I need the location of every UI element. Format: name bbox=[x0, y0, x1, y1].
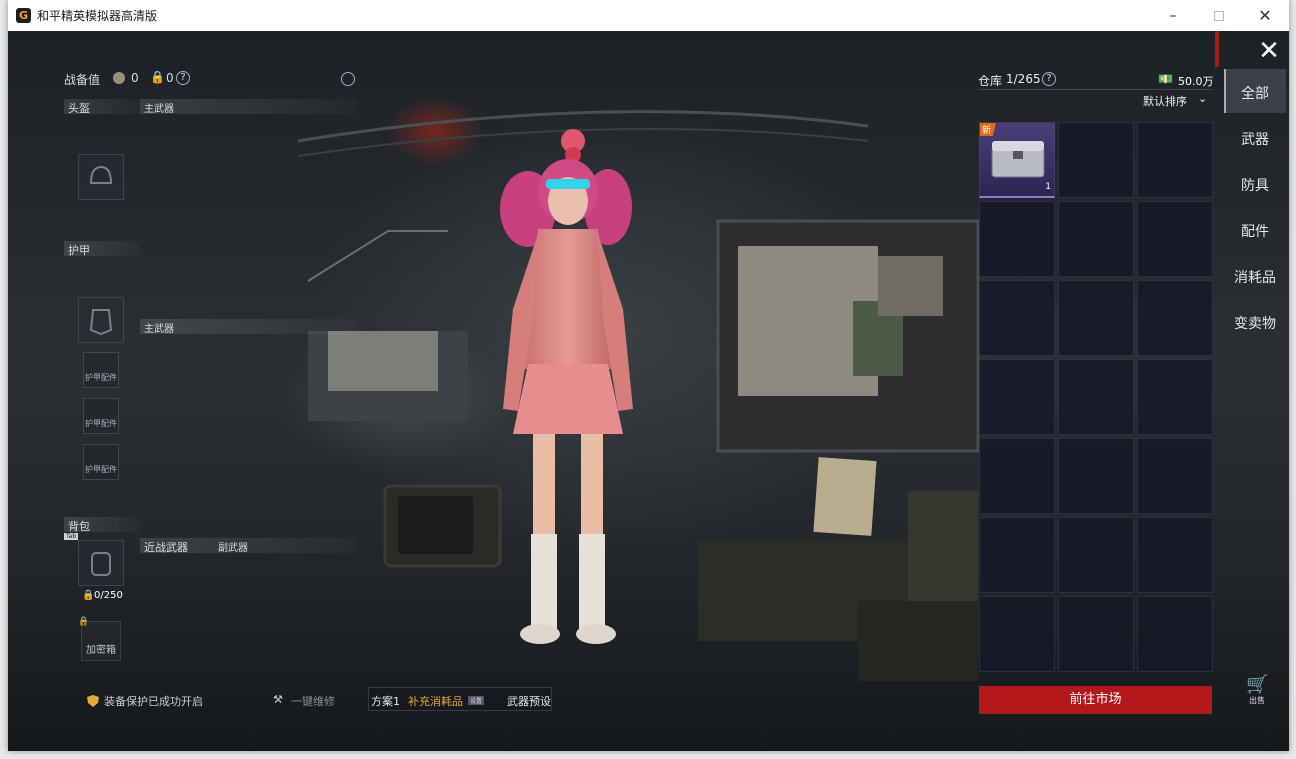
warehouse-empty-slot[interactable] bbox=[1137, 122, 1213, 198]
lock-value: 0 bbox=[166, 71, 174, 85]
combat-readiness-label: 战备值 bbox=[64, 73, 101, 87]
top-accent-bar bbox=[1215, 31, 1219, 67]
warehouse-empty-slot[interactable] bbox=[1058, 438, 1134, 514]
cart-icon[interactable]: 🛒 bbox=[1246, 674, 1268, 695]
weapon-preset-button[interactable]: 武器预设 bbox=[507, 693, 551, 709]
restock-settings-tag[interactable]: 设置 bbox=[468, 696, 485, 705]
repair-icon: ⚒ bbox=[273, 693, 283, 706]
warehouse-empty-slot[interactable] bbox=[979, 596, 1055, 672]
warehouse-empty-slot[interactable] bbox=[1137, 280, 1213, 356]
warehouse-empty-slot[interactable] bbox=[1058, 359, 1134, 435]
backpack-slot[interactable] bbox=[78, 540, 124, 586]
tab-armor[interactable]: 防具 bbox=[1224, 175, 1286, 195]
minimize-icon[interactable]: – bbox=[1150, 0, 1196, 31]
warehouse-empty-slot[interactable] bbox=[979, 517, 1055, 593]
safe-box-slot[interactable]: 加密箱 bbox=[81, 621, 121, 661]
app-window: G 和平精英模拟器高清版 – ✕ 战备值 0 🔒 0 ? 头盔 主武器 护甲 主… bbox=[8, 0, 1289, 751]
warehouse-item-supply-box[interactable]: 新1 bbox=[979, 122, 1055, 198]
melee-weapon-label: 近战武器 bbox=[144, 541, 188, 554]
equipment-protection-status: 装备保护已成功开启 bbox=[104, 695, 203, 708]
warehouse-empty-slot[interactable] bbox=[1058, 122, 1134, 198]
warehouse-empty-slot[interactable] bbox=[1137, 438, 1213, 514]
game-screen: 战备值 0 🔒 0 ? 头盔 主武器 护甲 主武器 护甲配件 护甲配件 护甲配件… bbox=[8, 31, 1289, 751]
close-icon[interactable]: ✕ bbox=[1256, 38, 1282, 65]
go-to-market-button[interactable]: 前往市场 bbox=[979, 686, 1212, 714]
warehouse-empty-slot[interactable] bbox=[979, 438, 1055, 514]
shield-icon bbox=[86, 693, 100, 707]
warehouse-empty-slot[interactable] bbox=[1058, 596, 1134, 672]
warehouse-empty-slot[interactable] bbox=[979, 201, 1055, 277]
money-value: 50.0万 bbox=[1178, 75, 1214, 88]
armor-slot[interactable] bbox=[78, 297, 124, 343]
one-click-repair-button[interactable]: 一键维修 bbox=[291, 693, 335, 709]
maximize-icon[interactable] bbox=[1196, 0, 1242, 31]
character-model bbox=[500, 129, 633, 644]
coin-icon bbox=[113, 72, 125, 84]
window-title: 和平精英模拟器高清版 bbox=[37, 9, 158, 23]
lock-icon: 🔒 bbox=[150, 70, 165, 84]
warehouse-empty-slot[interactable] bbox=[979, 280, 1055, 356]
chevron-down-icon[interactable]: ⌄ bbox=[1198, 92, 1207, 105]
helmet-label: 头盔 bbox=[68, 102, 90, 115]
armor-attachment-slot-2[interactable]: 护甲配件 bbox=[83, 398, 119, 434]
tab-sellables[interactable]: 变卖物 bbox=[1224, 313, 1286, 333]
plan-selector[interactable]: 方案1 bbox=[371, 693, 400, 709]
backpack-capacity: 0/250 bbox=[94, 590, 123, 601]
category-sidebar: 全部 武器 防具 配件 消耗品 变卖物 bbox=[1224, 69, 1286, 332]
warehouse-empty-slot[interactable] bbox=[979, 359, 1055, 435]
backpack-label: 背包 bbox=[68, 520, 90, 533]
backpack-lock-icon: 🔒 bbox=[82, 590, 95, 601]
warehouse-help-icon[interactable]: ? bbox=[1042, 72, 1056, 86]
title-bar: G 和平精英模拟器高清版 – ✕ bbox=[8, 0, 1289, 31]
help-icon[interactable]: ? bbox=[176, 71, 190, 85]
armor-attachment-slot-1[interactable]: 护甲配件 bbox=[83, 352, 119, 388]
warehouse-empty-slot[interactable] bbox=[1137, 359, 1213, 435]
warehouse-empty-slot[interactable] bbox=[1058, 201, 1134, 277]
warehouse-empty-slot[interactable] bbox=[1137, 596, 1213, 672]
warehouse-empty-slot[interactable] bbox=[1137, 517, 1213, 593]
warehouse-empty-slot[interactable] bbox=[1137, 201, 1213, 277]
warehouse-label: 仓库 bbox=[978, 74, 1003, 88]
primary-weapon-2-label: 主武器 bbox=[144, 324, 174, 335]
helmet-slot[interactable] bbox=[78, 154, 124, 200]
secondary-weapon-label: 副武器 bbox=[218, 543, 248, 554]
sell-label: 出售 bbox=[1249, 696, 1265, 705]
primary-weapon-1-label: 主武器 bbox=[144, 104, 174, 115]
tab-all[interactable]: 全部 bbox=[1224, 83, 1286, 103]
armor-attachment-slot-3[interactable]: 护甲配件 bbox=[83, 444, 119, 480]
warehouse-count: 1/265 bbox=[1006, 72, 1041, 86]
warehouse-divider bbox=[978, 89, 1212, 90]
app-logo-icon: G bbox=[16, 8, 31, 23]
armor-label: 护甲 bbox=[68, 244, 90, 257]
tab-attachments[interactable]: 配件 bbox=[1224, 221, 1286, 241]
view-toggle-icon[interactable] bbox=[341, 72, 355, 86]
backpack-tab-key: Tab bbox=[64, 533, 79, 540]
warehouse-empty-slot[interactable] bbox=[1058, 280, 1134, 356]
money-icon: 💵 bbox=[1158, 72, 1173, 86]
item-quantity: 1 bbox=[1045, 182, 1051, 192]
warehouse-empty-slot[interactable] bbox=[1058, 517, 1134, 593]
sort-dropdown[interactable]: 默认排序 bbox=[1143, 93, 1187, 109]
safe-box-label: 加密箱 bbox=[86, 645, 116, 656]
tab-weapons[interactable]: 武器 bbox=[1224, 129, 1286, 149]
close-window-icon[interactable]: ✕ bbox=[1242, 0, 1288, 31]
combat-readiness-value: 0 bbox=[131, 71, 139, 85]
tab-consumables[interactable]: 消耗品 bbox=[1224, 267, 1286, 287]
restock-consumables-button[interactable]: 补充消耗品 bbox=[408, 693, 463, 709]
